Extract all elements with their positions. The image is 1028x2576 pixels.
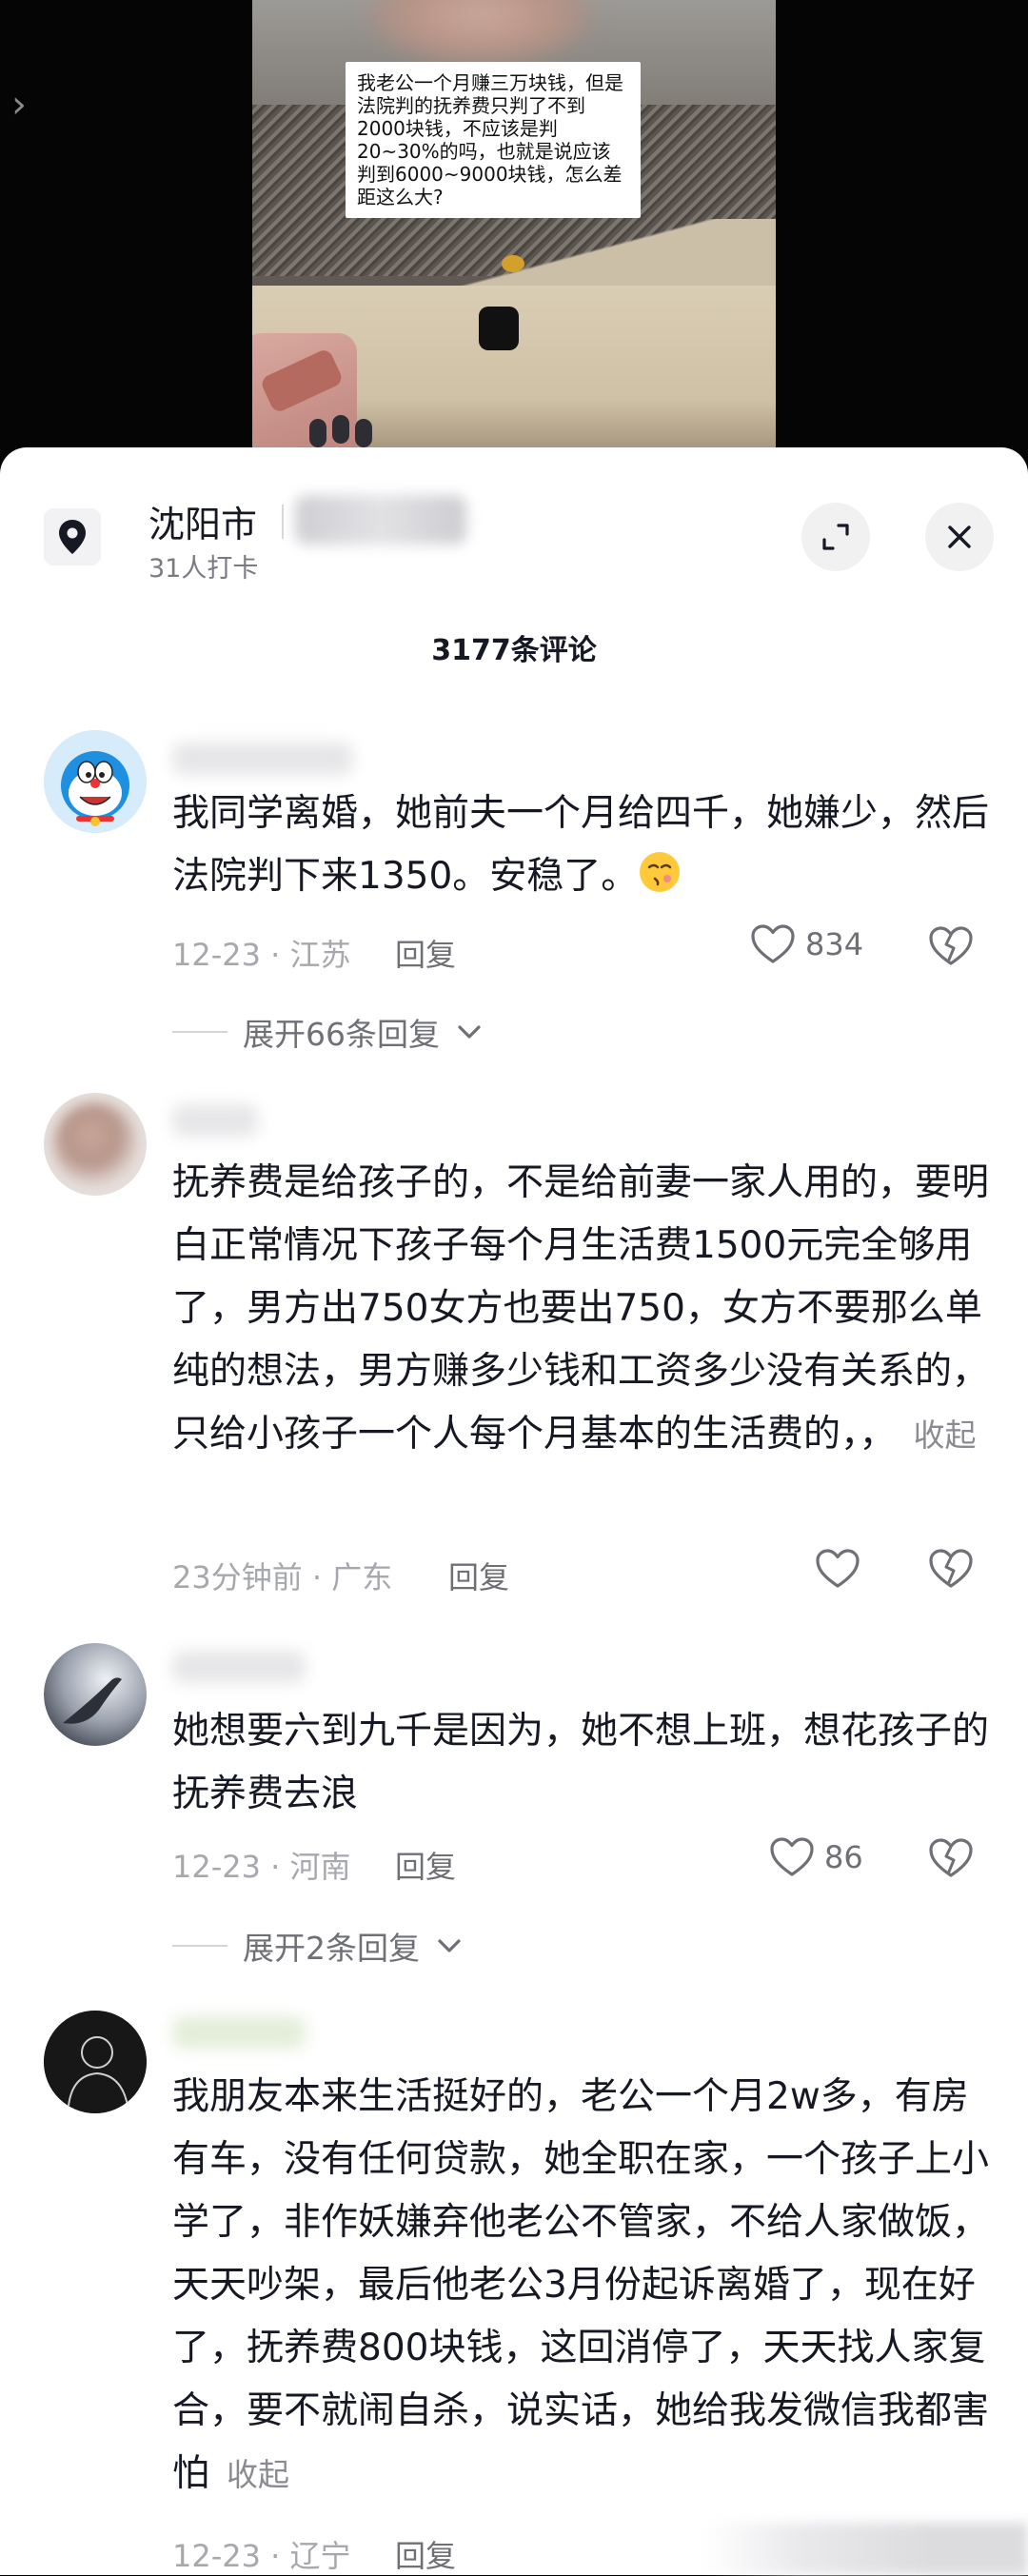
clip-microphone [479,307,519,350]
necklace [502,255,524,272]
chevron-right-icon[interactable]: › [11,86,27,124]
video-player[interactable]: › 我老公一个月赚三万块钱，但是法院判的抚养费只判了不到2000块钱，不应该是判… [0,0,1028,466]
blurred-username[interactable] [172,2016,306,2049]
collapse-button[interactable]: 收起 [914,1417,977,1454]
expand-replies-label: 展开66条回复 [243,1016,440,1053]
broken-heart-icon [929,1838,973,1877]
reply-button[interactable]: 回复 [395,2532,456,2576]
divider [172,1945,227,1947]
chevron-down-icon [458,1025,481,1039]
video-frame: 我老公一个月赚三万块钱，但是法院判的抚养费只判了不到2000块钱，不应该是判20… [252,0,776,466]
broken-heart-icon [929,926,973,965]
fingernail [355,419,372,447]
reply-button[interactable]: 回复 [395,1843,456,1887]
expand-replies-label: 展开2条回复 [243,1930,420,1967]
comment-meta: 12-23 · 辽宁 [172,2538,351,2574]
comment-meta: 12-23 · 江苏 [172,937,351,973]
blurred-avatar-image [53,1102,137,1186]
fullscreen-button[interactable] [801,503,870,571]
close-icon [948,525,971,548]
blurred-username[interactable] [172,1104,258,1137]
location-checkins: 31人打卡 [148,554,259,584]
like-button[interactable]: 86 [769,1836,863,1878]
collapse-button[interactable]: 收起 [227,2456,289,2493]
avatar[interactable] [44,730,147,833]
blurred-username[interactable] [172,1651,306,1683]
divider [282,505,284,539]
fingernail [332,415,349,444]
avatar-image [44,2011,147,2113]
expand-replies-button[interactable]: 展开2条回复 [172,1923,464,1969]
reply-button[interactable]: 回复 [448,1554,509,1597]
dislike-button[interactable] [928,1548,974,1594]
doraemon-avatar-icon [44,730,147,833]
heart-icon [751,924,795,963]
comment-text: 我朋友本来生活挺好的，老公一个月2w多，有房有车，没有任何贷款，她全职在家，一个… [172,2075,990,2495]
video-caption: 我老公一个月赚三万块钱，但是法院判的抚养费只判了不到2000块钱，不应该是判20… [346,62,641,218]
blurred-face [366,0,595,67]
close-button[interactable] [925,503,994,571]
divider [172,1031,227,1033]
blurred-username[interactable] [172,743,353,775]
heart-icon [770,1837,814,1876]
broken-heart-icon [929,1549,973,1588]
location-pin-icon[interactable] [44,508,101,565]
avatar[interactable] [44,1093,147,1196]
comment-meta: 12-23 · 河南 [172,1849,351,1885]
emoji-icon [638,850,682,914]
comment-text: 我同学离婚，她前夫一个月给四千，她嫌少，然后法院判下来1350。安稳了。 [172,783,991,914]
heart-icon [816,1549,860,1588]
blurred-location-detail [295,495,466,545]
like-button[interactable]: 834 [750,923,863,965]
fullscreen-icon [822,524,849,550]
chevron-down-icon [438,1939,461,1952]
dislike-button[interactable] [928,925,974,971]
location-city[interactable]: 沈阳市 [148,495,257,547]
avatar[interactable] [44,1643,147,1746]
like-count: 834 [805,926,864,962]
comment-meta: 23分钟前 · 广东 [172,1559,393,1595]
like-button[interactable] [815,1548,860,1590]
comment-text: 她想要六到九千是因为，她不想上班，想花孩子的抚养费去浪 [172,1710,990,1815]
comment-count: 3177条评论 [431,634,597,667]
dislike-button[interactable] [928,1837,974,1883]
reply-button[interactable]: 回复 [395,931,456,975]
blurred-region [704,2523,1028,2575]
fingernail [309,419,326,447]
avatar-image [44,1643,147,1746]
expand-replies-button[interactable]: 展开66条回复 [172,1009,484,1055]
like-count: 86 [824,1839,863,1875]
avatar[interactable] [44,2011,147,2113]
comment-text: 抚养费是给孩子的，不是给前妻一家人用的，要明白正常情况下孩子每个月生活费1500… [172,1161,990,1456]
